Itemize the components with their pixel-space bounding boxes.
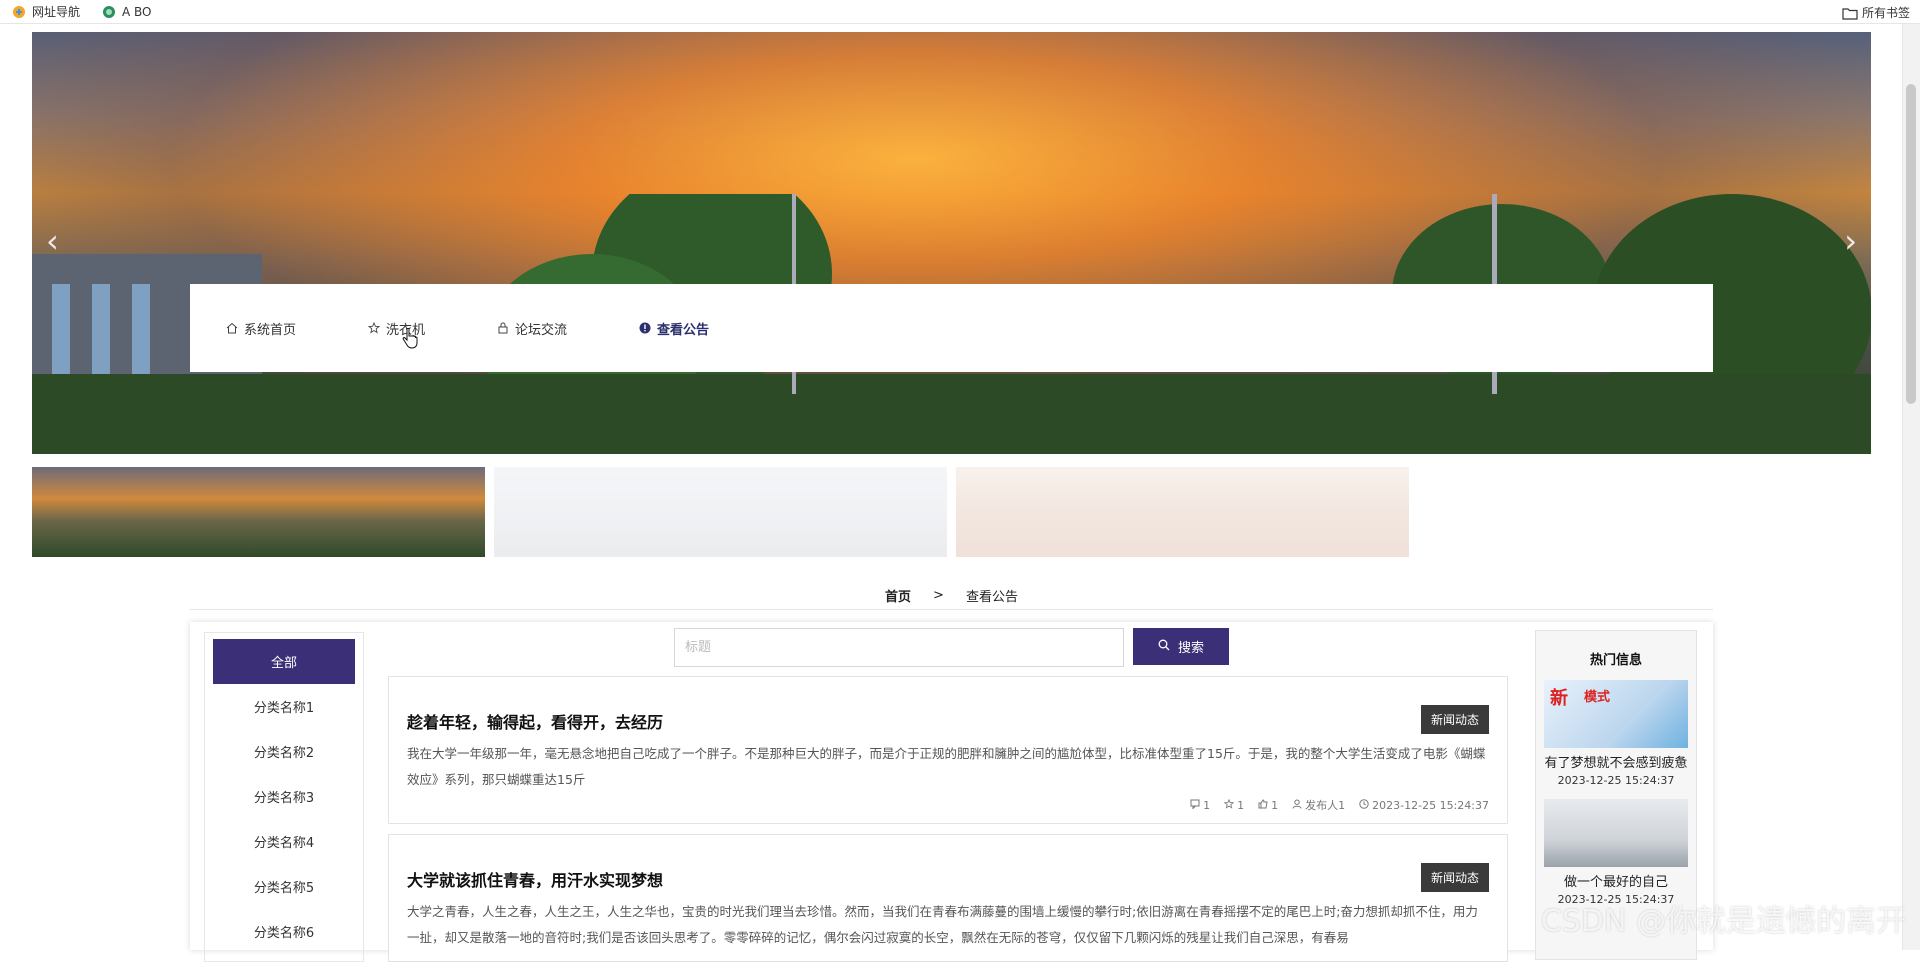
article-card[interactable]: 趁着年轻，输得起，看得开，去经历 新闻动态 我在大学一年级那一年，毫无悬念地把自…	[388, 676, 1508, 824]
category-all[interactable]: 全部	[213, 639, 355, 684]
watermark-text: CSDN @你就是遗憾的离开	[1540, 904, 1906, 939]
home-icon	[226, 322, 238, 334]
like-count: 1	[1258, 797, 1278, 813]
hot-item-image[interactable]: 新 模式	[1544, 680, 1688, 748]
category-item[interactable]: 分类名称6	[205, 909, 363, 954]
bookmark-nav-label: 网址导航	[32, 5, 81, 19]
hot-item[interactable]: 新 模式 有了梦想就不会感到疲惫 2023-12-25 15:24:37	[1544, 680, 1688, 787]
category-item[interactable]: 分类名称4	[205, 819, 363, 864]
hot-item-date: 2023-12-25 15:24:37	[1557, 774, 1675, 787]
folder-icon	[1842, 6, 1858, 20]
comment-count-value: 1	[1203, 798, 1211, 812]
comment-count: 1	[1190, 797, 1210, 813]
banner-prev-button[interactable]: ‹	[46, 222, 59, 260]
article-title[interactable]: 大学就该抓住青春，用汗水实现梦想	[407, 867, 1489, 891]
author: 发布人1	[1292, 797, 1345, 813]
search-icon	[1158, 639, 1170, 655]
bookmark-abo-label: A BO	[122, 4, 152, 19]
search-button-label: 搜索	[1177, 641, 1204, 656]
category-item[interactable]: 分类名称5	[205, 864, 363, 909]
search-button[interactable]: 搜索	[1133, 628, 1229, 665]
hot-item[interactable]: 做一个最好的自己 2023-12-25 15:24:37	[1544, 799, 1688, 906]
hero-banner: ‹ ›	[32, 32, 1871, 454]
breadcrumb: 首页 > 查看公告	[190, 582, 1713, 610]
thumbnail-1[interactable]	[32, 467, 485, 557]
star-icon	[367, 321, 381, 334]
lock-icon	[497, 322, 509, 334]
page-scrollbar[interactable]	[1902, 24, 1920, 950]
article-meta: 1 1 1 发布人1 2023-12-25 15:24:37	[407, 797, 1489, 813]
hot-image-new-text: 新	[1550, 688, 1568, 709]
category-item[interactable]: 分类名称2	[205, 729, 363, 774]
bookmark-nav[interactable]: 网址导航	[12, 3, 80, 20]
nav-item-home-label: 系统首页	[244, 322, 297, 338]
banner-next-button[interactable]: ›	[1844, 222, 1857, 260]
thumbnail-2[interactable]	[494, 467, 947, 557]
article-tag: 新闻动态	[1420, 863, 1489, 892]
main-nav: 系统首页 洗衣机 论坛交流 查看公告	[190, 284, 1713, 372]
search-bar: 搜索	[674, 628, 1229, 667]
like-count-value: 1	[1271, 798, 1279, 812]
thumbs-up-icon	[1258, 798, 1268, 812]
bookmarks-bar: 网址导航 A BO 所有书签	[0, 0, 1920, 24]
user-icon	[1292, 799, 1302, 812]
category-item[interactable]: 分类名称1	[205, 684, 363, 729]
article-body: 我在大学一年级那一年，毫无悬念地把自己吃成了一个胖子。不是那种巨大的胖子，而是介…	[407, 746, 1486, 787]
content-panel: 全部 分类名称1 分类名称2 分类名称3 分类名称4 分类名称5 分类名称6 搜…	[190, 622, 1713, 962]
nav-item-notice[interactable]: 查看公告	[639, 319, 709, 338]
breadcrumb-home[interactable]: 首页	[885, 586, 911, 605]
hot-item-image[interactable]	[1544, 799, 1688, 867]
search-input[interactable]	[674, 628, 1124, 667]
globe-icon	[102, 5, 116, 19]
hot-item-caption[interactable]: 有了梦想就不会感到疲惫	[1544, 754, 1688, 774]
nav-item-notice-label: 查看公告	[657, 322, 710, 338]
nav-item-home[interactable]: 系统首页	[226, 319, 296, 338]
clock-icon	[1359, 798, 1369, 812]
publish-time: 2023-12-25 15:24:37	[1359, 797, 1489, 813]
article-tag: 新闻动态	[1420, 705, 1489, 734]
hot-image-mode-text: 模式	[1584, 690, 1611, 705]
star-outline-icon	[1223, 798, 1235, 812]
comment-icon	[1190, 799, 1200, 812]
scrollbar-thumb[interactable]	[1906, 84, 1916, 404]
all-bookmarks[interactable]: 所有书签	[1842, 4, 1910, 21]
bookmark-abo[interactable]: A BO	[102, 5, 152, 19]
star-count-value: 1	[1237, 798, 1245, 812]
author-name: 发布人1	[1305, 799, 1346, 812]
breadcrumb-current: 查看公告	[965, 590, 1018, 605]
breadcrumb-separator: >	[933, 588, 944, 603]
article-list: 趁着年轻，输得起，看得开，去经历 新闻动态 我在大学一年级那一年，毫无悬念地把自…	[388, 676, 1508, 972]
hot-info-title: 热门信息	[1589, 653, 1642, 668]
publish-time-value: 2023-12-25 15:24:37	[1372, 798, 1489, 812]
all-bookmarks-label: 所有书签	[1861, 6, 1910, 20]
mouse-cursor-icon	[402, 327, 418, 354]
info-icon	[639, 322, 651, 334]
nav-icon	[12, 5, 26, 19]
article-title[interactable]: 趁着年轻，输得起，看得开，去经历	[407, 709, 1489, 733]
article-body: 大学之青春，人生之春，人生之王，人生之华也，宝贵的时光我们理当去珍惜。然而，当我…	[407, 904, 1478, 945]
banner-thumbnails	[32, 467, 1409, 557]
category-list: 全部 分类名称1 分类名称2 分类名称3 分类名称4 分类名称5 分类名称6	[204, 632, 364, 962]
category-item[interactable]: 分类名称3	[205, 774, 363, 819]
article-card[interactable]: 大学就该抓住青春，用汗水实现梦想 新闻动态 大学之青春，人生之春，人生之王，人生…	[388, 834, 1508, 962]
hot-item-caption[interactable]: 做一个最好的自己	[1544, 873, 1688, 893]
star-count: 1	[1223, 797, 1245, 813]
nav-item-forum-label: 论坛交流	[515, 322, 568, 338]
nav-item-forum[interactable]: 论坛交流	[497, 319, 567, 338]
thumbnail-3[interactable]	[956, 467, 1409, 557]
